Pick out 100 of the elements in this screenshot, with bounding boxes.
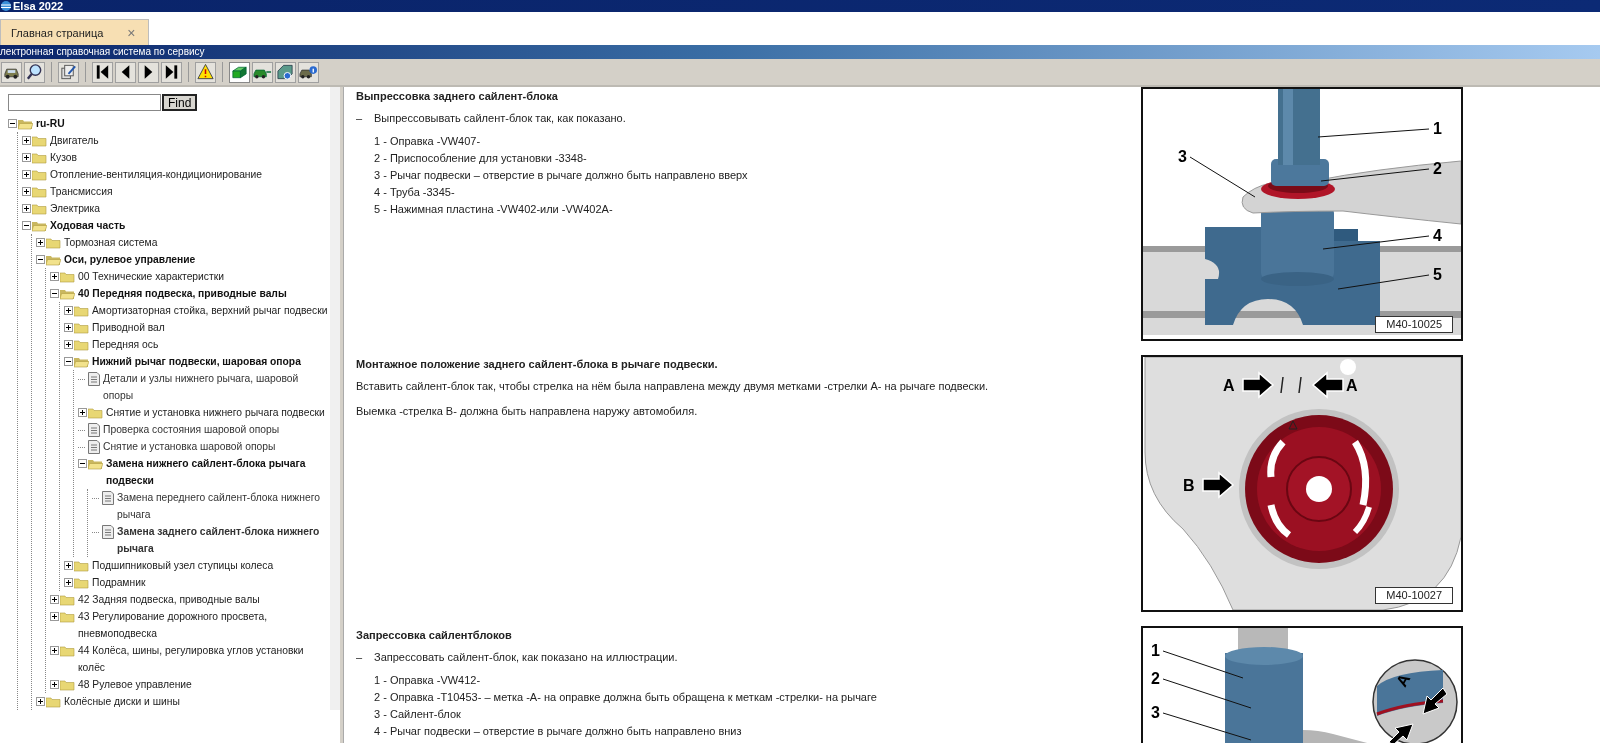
- folder-open-icon: [88, 457, 103, 470]
- tree-item[interactable]: Замена переднего сайлент-блока нижнего рычага: [117, 489, 330, 523]
- tree-item[interactable]: Снятие и установка шаровой опоры: [103, 438, 276, 455]
- folder-icon: [74, 338, 89, 351]
- tree-item[interactable]: ru-RU: [36, 115, 65, 132]
- tree-item[interactable]: Приводной вал: [92, 319, 165, 336]
- expand-icon[interactable]: [22, 187, 31, 196]
- list-item: 1 - Оправка -VW412-: [374, 673, 482, 688]
- step-marker: –: [356, 111, 364, 126]
- expand-icon[interactable]: [64, 306, 73, 315]
- expand-icon[interactable]: [64, 340, 73, 349]
- step-text: Выпрессовывать сайлент-блок так, как показано.: [374, 111, 626, 126]
- list-item: 2 - Оправка -T10453- – метка -A- на оправке должна быть обращена к меткам -стрелки- на рычаге: [374, 690, 878, 705]
- tree-item[interactable]: Кузов: [50, 149, 77, 166]
- toolbar-button[interactable]: [138, 61, 159, 83]
- folder-icon: [32, 185, 47, 198]
- tree-item[interactable]: 40 Передняя подвеска, приводные валы: [78, 285, 287, 302]
- toolbar-button[interactable]: [161, 61, 182, 83]
- expand-icon[interactable]: [50, 646, 59, 655]
- expand-icon[interactable]: [50, 595, 59, 604]
- tree-item[interactable]: Колёсные диски и шины: [64, 693, 180, 710]
- expand-icon[interactable]: [64, 578, 73, 587]
- folder-icon: [88, 406, 103, 419]
- tree-item[interactable]: Отопление-вентиляция-кондиционирование: [50, 166, 263, 183]
- document-icon: [88, 422, 100, 437]
- tree-item[interactable]: 48 Рулевое управление: [78, 676, 192, 693]
- folder-icon: [60, 593, 75, 606]
- tree-item[interactable]: Оси, рулевое управление: [64, 251, 196, 268]
- collapse-icon[interactable]: [50, 289, 59, 298]
- collapse-icon[interactable]: [36, 255, 45, 264]
- tree-item[interactable]: 42 Задняя подвеска, приводные валы: [78, 591, 260, 608]
- toolbar-button[interactable]: [92, 61, 113, 83]
- callout-label: A: [1346, 377, 1358, 394]
- tree-item[interactable]: 43 Регулирование дорожного просвета, пневмоподвеска: [78, 608, 330, 642]
- step-text: Запрессовать сайлент-блок, как показано на иллюстрации.: [374, 650, 678, 665]
- expand-icon[interactable]: [22, 170, 31, 179]
- folder-icon: [60, 678, 75, 691]
- tree-item[interactable]: Электрика: [50, 200, 101, 217]
- toolbar-button[interactable]: [115, 61, 136, 83]
- expand-icon[interactable]: [22, 204, 31, 213]
- expand-icon[interactable]: [22, 153, 31, 162]
- scrollbar[interactable]: [330, 87, 340, 710]
- toolbar-button[interactable]: [24, 61, 45, 83]
- callout-label: 2: [1433, 160, 1442, 177]
- tab[interactable]: Главная страница ×: [0, 19, 149, 45]
- list-item: 5 - Нажимная пластина -VW402-или -VW402A-: [374, 202, 614, 217]
- collapse-icon[interactable]: [8, 119, 17, 128]
- collapse-icon[interactable]: [78, 459, 87, 468]
- find-button[interactable]: Find: [162, 94, 198, 111]
- close-icon[interactable]: ×: [127, 25, 136, 40]
- tree-item[interactable]: Подшипниковый узел ступицы колеса: [92, 557, 274, 574]
- list-item: 4 - Труба -3345-: [374, 185, 456, 200]
- list-item: 3 - Рычаг подвески – отверстие в рычаге должно быть направлено вверх: [374, 168, 749, 183]
- folder-open-icon: [46, 253, 61, 266]
- paragraph: Вставить сайлент-блок так, чтобы стрелка на нём была направлена между двумя метками -стрелки A- на рычаге подвески.: [356, 379, 990, 394]
- expand-icon[interactable]: [36, 697, 45, 706]
- callout-label: 4: [1433, 227, 1442, 244]
- document-icon: [88, 439, 100, 454]
- expand-icon[interactable]: [50, 612, 59, 621]
- section-heading: Запрессовка сайлентблоков: [356, 628, 513, 642]
- step-marker: –: [356, 650, 364, 665]
- expand-icon[interactable]: [78, 408, 87, 417]
- folder-icon: [74, 321, 89, 334]
- search-icon: [25, 62, 44, 82]
- tree-item[interactable]: Передняя ось: [92, 336, 159, 353]
- expand-icon[interactable]: [64, 323, 73, 332]
- list-item: 3 - Сайлент-блок: [374, 707, 462, 722]
- tree-item[interactable]: Замена заднего сайлент-блока нижнего рычага: [117, 523, 330, 557]
- tree-item[interactable]: Тормозная система: [64, 234, 158, 251]
- folder-open-icon: [60, 287, 75, 300]
- expand-icon[interactable]: [50, 272, 59, 281]
- warning-icon: [196, 62, 215, 82]
- collapse-icon[interactable]: [64, 357, 73, 366]
- tree-item[interactable]: 44 Колёса, шины, регулировка углов установки колёс: [78, 642, 330, 676]
- tree-item[interactable]: Проверка состояния шаровой опоры: [103, 421, 280, 438]
- tree-item[interactable]: Нижний рычаг подвески, шаровая опора: [92, 353, 301, 370]
- tree-item[interactable]: Подрамник: [92, 574, 146, 591]
- toolbar-button[interactable]: [298, 61, 319, 83]
- callout-label: 1: [1433, 120, 1442, 137]
- tree-item[interactable]: Амортизаторная стойка, верхний рычаг подвески: [92, 302, 328, 319]
- tree-item[interactable]: Замена нижнего сайлент-блока рычага подвески: [106, 455, 330, 489]
- tree-item[interactable]: 00 Технические характеристки: [78, 268, 224, 285]
- expand-icon[interactable]: [36, 238, 45, 247]
- toolbar-button[interactable]: [229, 61, 250, 83]
- tree-item[interactable]: Двигатель: [50, 132, 99, 149]
- folder-icon: [32, 134, 47, 147]
- expand-icon[interactable]: [64, 561, 73, 570]
- search-field[interactable]: [8, 94, 161, 111]
- collapse-icon[interactable]: [22, 221, 31, 230]
- toolbar-button[interactable]: [252, 61, 273, 83]
- tree-item[interactable]: Трансмиссия: [50, 183, 113, 200]
- list-item: 1 - Оправка -VW407-: [374, 134, 482, 149]
- expand-icon[interactable]: [22, 136, 31, 145]
- tree-item[interactable]: Ходовая часть: [50, 217, 126, 234]
- paragraph: Выемка -стрелка B- должна быть направлена наружу автомобиля.: [356, 404, 699, 419]
- callout-label: A: [1223, 377, 1235, 394]
- toolbar-button[interactable]: [1, 61, 22, 83]
- tree-item[interactable]: Детали и узлы нижнего рычага, шаровой опоры: [103, 370, 330, 404]
- tree-item[interactable]: Снятие и установка нижнего рычага подвески: [106, 404, 325, 421]
- expand-icon[interactable]: [50, 680, 59, 689]
